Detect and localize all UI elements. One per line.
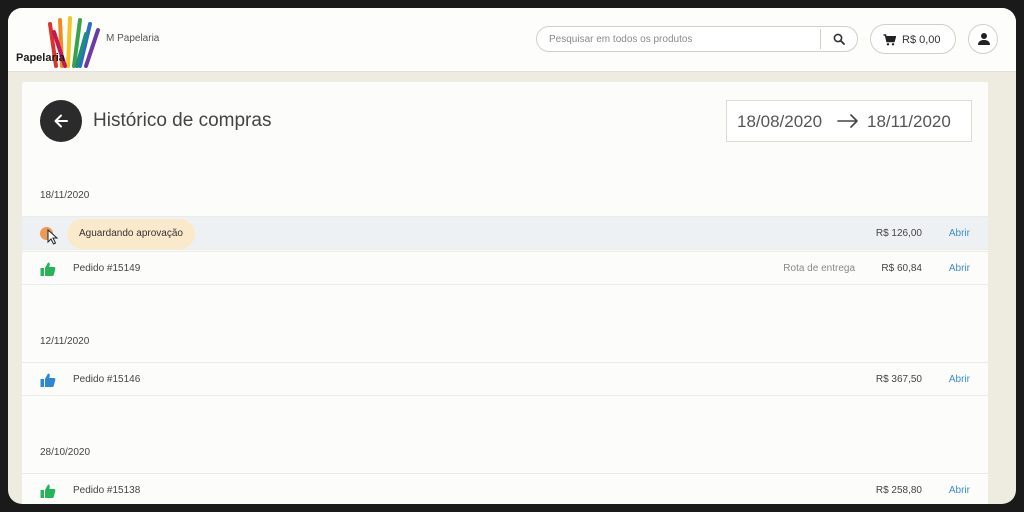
search-bar bbox=[536, 26, 858, 52]
search-button[interactable] bbox=[821, 27, 857, 51]
date-from[interactable]: 18/08/2020 bbox=[737, 112, 822, 132]
date-range-picker[interactable]: 18/08/2020 18/11/2020 bbox=[726, 100, 972, 142]
store-logo[interactable]: Papelaria bbox=[14, 12, 100, 68]
order-row[interactable]: Aguardando aprovação R$ 126,00 Abrir bbox=[22, 216, 988, 250]
order-value: R$ 367,50 bbox=[875, 374, 922, 385]
back-button[interactable] bbox=[40, 100, 82, 142]
top-header: Papelaria M Papelaria R$ 0,00 bbox=[8, 8, 1016, 72]
arrow-left-icon bbox=[54, 114, 68, 128]
store-name: M Papelaria bbox=[106, 33, 160, 44]
thumbs-up-icon bbox=[40, 373, 56, 387]
page-title: Histórico de compras bbox=[93, 110, 272, 131]
order-value: R$ 60,84 bbox=[881, 263, 922, 274]
order-row[interactable]: Pedido #15138 R$ 258,80 Abrir bbox=[22, 473, 988, 504]
order-number: Pedido #15138 bbox=[73, 485, 141, 496]
order-row[interactable]: Pedido #15146 R$ 367,50 Abrir bbox=[22, 362, 988, 396]
cart-total: R$ 0,00 bbox=[902, 34, 941, 46]
open-order-link[interactable]: Abrir bbox=[949, 374, 970, 385]
mouse-cursor-icon bbox=[47, 229, 59, 245]
order-number: Pedido #15146 bbox=[73, 374, 141, 385]
order-value: R$ 126,00 bbox=[875, 228, 922, 239]
shopping-cart-icon bbox=[883, 34, 896, 46]
app-window: Papelaria M Papelaria R$ 0,00 bbox=[8, 8, 1016, 504]
group-date: 12/11/2020 bbox=[40, 336, 90, 347]
thumbs-up-icon bbox=[40, 262, 56, 276]
search-icon bbox=[833, 33, 845, 45]
order-value: R$ 258,80 bbox=[875, 485, 922, 496]
open-order-link[interactable]: Abrir bbox=[949, 485, 970, 496]
purchase-history-panel: Histórico de compras 18/08/2020 18/11/20… bbox=[22, 82, 988, 504]
arrow-right-icon bbox=[837, 114, 858, 128]
cart-button[interactable]: R$ 0,00 bbox=[870, 24, 956, 54]
status-tooltip: Aguardando aprovação bbox=[67, 219, 195, 249]
search-input[interactable] bbox=[537, 27, 817, 51]
open-order-link[interactable]: Abrir bbox=[949, 228, 970, 239]
logo-text: Papelaria bbox=[16, 52, 65, 64]
thumbs-up-icon bbox=[40, 484, 56, 498]
order-number: Pedido #15149 bbox=[73, 263, 141, 274]
date-to[interactable]: 18/11/2020 bbox=[867, 112, 951, 132]
group-date: 18/11/2020 bbox=[40, 190, 90, 201]
order-status: Rota de entrega bbox=[783, 263, 855, 274]
order-row[interactable]: Pedido #15149 Rota de entrega R$ 60,84 A… bbox=[22, 251, 988, 285]
open-order-link[interactable]: Abrir bbox=[949, 263, 970, 274]
group-date: 28/10/2020 bbox=[40, 447, 91, 458]
account-button[interactable] bbox=[968, 24, 998, 54]
user-icon bbox=[978, 33, 990, 45]
